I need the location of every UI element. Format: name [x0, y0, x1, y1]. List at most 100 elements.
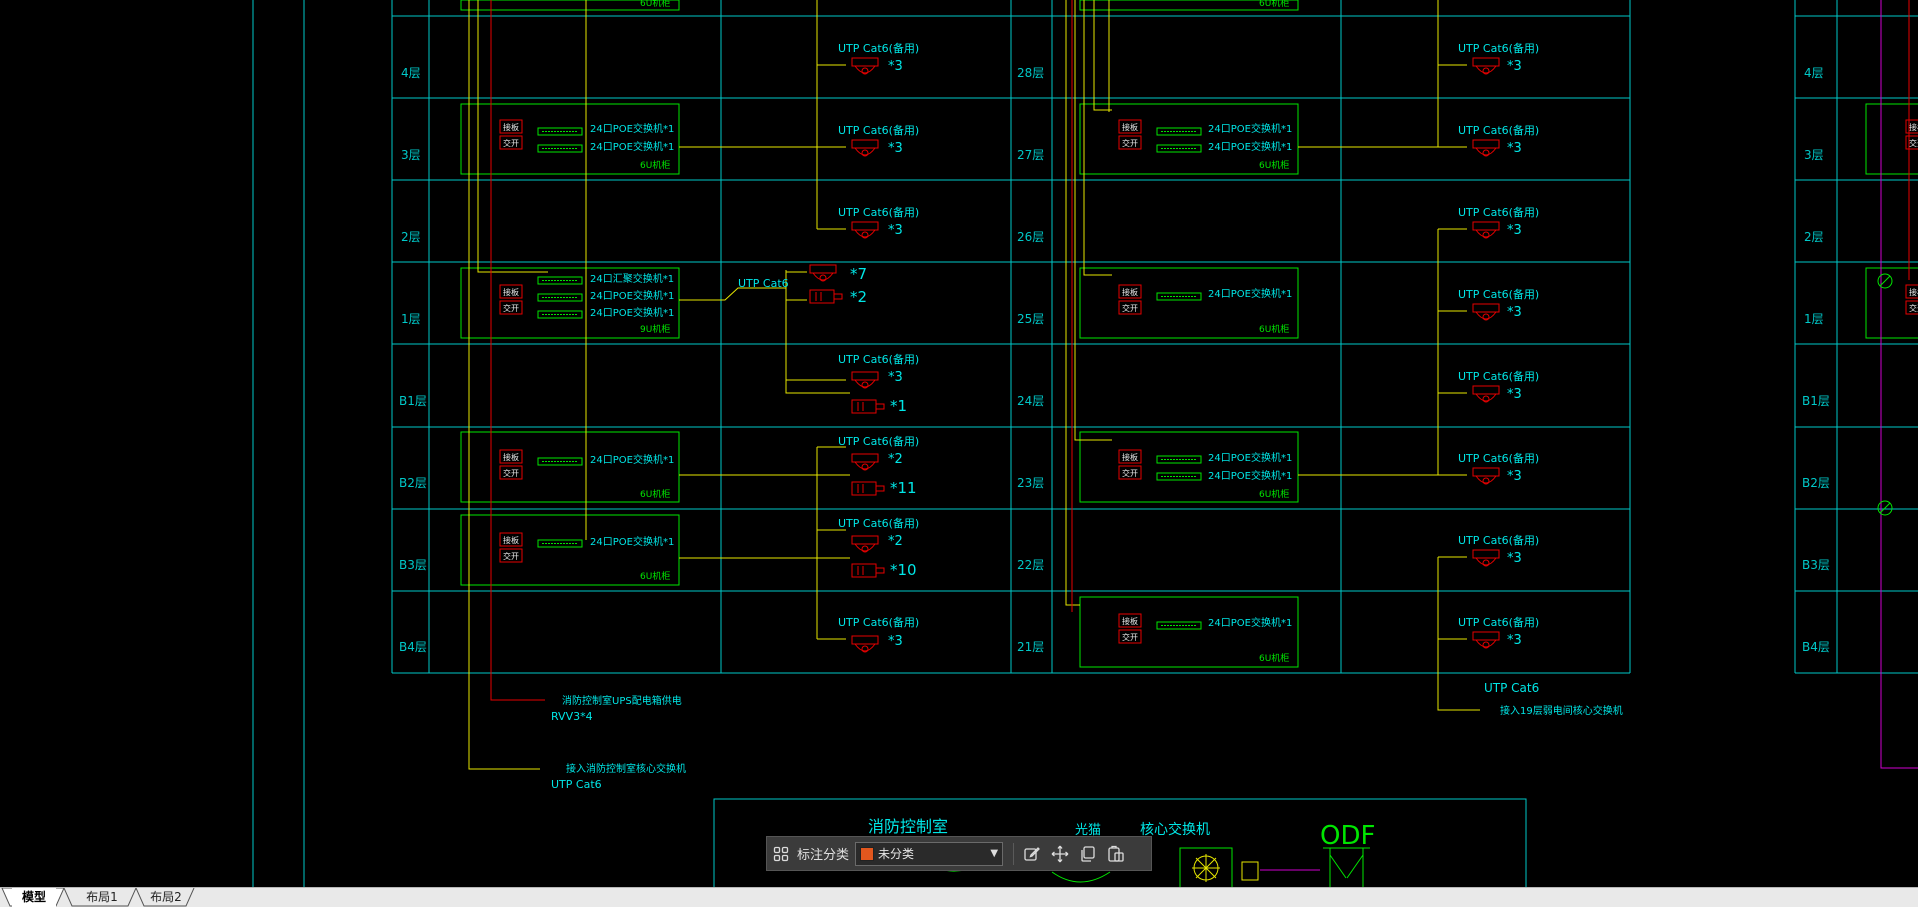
device-box-pair: 接板交开 [1118, 613, 1142, 644]
switch-label: 24口POE交换机*1 [1208, 451, 1292, 464]
floor-label: 1层 [401, 312, 421, 326]
cable-label: UTP Cat6(备用) [1458, 533, 1539, 547]
cad-drawing-canvas[interactable]: 接板交开接板交开接板交开接板交开接板交开接板交开接板交开接板交开接板交开接板交开… [0, 0, 1918, 887]
device-box-pair: 接板交开 [499, 449, 523, 480]
device-count: *2 [888, 452, 903, 467]
camera-icon [1472, 303, 1500, 321]
switch-label: 24口POE交换机*1 [1208, 616, 1292, 629]
cable-label: UTP Cat6(备用) [1458, 451, 1539, 465]
svg-text:交开: 交开 [503, 468, 519, 478]
device-count: *2 [850, 288, 867, 306]
device-count: *3 [888, 634, 903, 649]
toolbar-divider [1013, 842, 1015, 865]
cable-label: UTP Cat6(备用) [838, 123, 919, 137]
svg-text:交开: 交开 [1122, 303, 1138, 313]
chevron-down-icon: ▼ [990, 848, 999, 859]
cabinet-label: 6U机柜 [1259, 488, 1289, 500]
floor-label: 4层 [1804, 66, 1824, 80]
access-point-icon [851, 399, 885, 414]
floor-label: 24层 [1017, 394, 1044, 408]
switch-glyph [537, 144, 583, 153]
camera-icon [1472, 57, 1500, 75]
cable-label: UTP Cat6(备用) [1458, 615, 1539, 629]
device-count: *3 [1507, 223, 1522, 238]
device-box-pair: 接板交开 [1118, 119, 1142, 150]
camera-icon [1472, 139, 1500, 157]
switch-label: 24口POE交换机*1 [590, 306, 674, 319]
floor-label: 1层 [1804, 312, 1824, 326]
grid-apps-icon[interactable] [767, 840, 795, 868]
cabinet-label: 6U机柜 [640, 159, 670, 171]
device-count: *3 [1507, 387, 1522, 402]
device-count: *11 [890, 479, 917, 497]
access-point-icon [851, 563, 885, 578]
floor-label: 23层 [1017, 476, 1044, 490]
floor-label: 28层 [1017, 66, 1044, 80]
switch-label: 24口汇聚交换机*1 [590, 272, 674, 285]
floor-label: 2层 [1804, 230, 1824, 244]
access-point-icon [851, 481, 885, 496]
cabinet-label: 6U机柜 [1259, 0, 1289, 9]
cabinet-label: 6U机柜 [1259, 652, 1289, 664]
cabinet-label: 6U机柜 [640, 488, 670, 500]
switch-glyph [537, 539, 583, 548]
uplink-note: 接入19层弱电间核心交换机 [1500, 704, 1623, 717]
camera-icon [851, 453, 879, 471]
layout-tab-strip: 模型 布局1 布局2 [0, 887, 1918, 907]
annotation-category-label: 标注分类 [797, 848, 850, 863]
device-box-pair: 接板交开 [1118, 284, 1142, 315]
floor-label: 22层 [1017, 558, 1044, 572]
floor-label: 4层 [401, 66, 421, 80]
device-count: *1 [890, 397, 907, 415]
annotation-category-value: 未分类 [878, 847, 915, 861]
switch-label: 24口POE交换机*1 [590, 289, 674, 302]
floor-label: 3层 [401, 148, 421, 162]
camera-icon [1472, 549, 1500, 567]
device-box-pair: 接板交开 [499, 119, 523, 150]
switch-label: 24口POE交换机*1 [1208, 140, 1292, 153]
cabinet-label: 9U机柜 [640, 323, 670, 335]
cable-label: UTP Cat6 [1484, 681, 1539, 695]
device-count: *3 [1507, 305, 1522, 320]
misc-glyphs [922, 273, 1893, 887]
floor-label: 26层 [1017, 230, 1044, 244]
floor-label: B3层 [1802, 558, 1830, 572]
device-count: *10 [890, 561, 917, 579]
switch-glyph [537, 276, 583, 285]
paste-icon[interactable] [1102, 840, 1130, 868]
cable-label: UTP Cat6(备用) [838, 615, 919, 629]
svg-text:接板: 接板 [1122, 287, 1138, 297]
room-title: 消防控制室 [868, 817, 948, 836]
edit-icon[interactable] [1018, 840, 1046, 868]
floor-label: 2层 [401, 230, 421, 244]
svg-text:接板: 接板 [503, 287, 519, 297]
device-count: *3 [888, 223, 903, 238]
tab-model[interactable]: 模型 [12, 888, 56, 907]
camera-icon [851, 221, 879, 239]
switch-glyph [1156, 127, 1202, 136]
floor-label: 25层 [1017, 312, 1044, 326]
cable-label: UTP Cat6(备用) [838, 205, 919, 219]
switch-label: 24口POE交换机*1 [1208, 122, 1292, 135]
tab-layout1[interactable]: 布局1 [76, 888, 128, 907]
switch-glyph [1156, 621, 1202, 630]
cable-label: UTP Cat6(备用) [1458, 41, 1539, 55]
riser-lines [468, 0, 1918, 871]
floor-label: 21层 [1017, 640, 1044, 654]
svg-text:接板: 接板 [503, 452, 519, 462]
copy-icon[interactable] [1074, 840, 1102, 868]
svg-text:交开: 交开 [1909, 303, 1918, 313]
odf-label: ODF [1320, 821, 1375, 851]
move-icon[interactable] [1046, 840, 1074, 868]
cabinet-label: 6U机柜 [640, 570, 670, 582]
device-box-pair: 接板交开 [1118, 449, 1142, 480]
cable-label: UTP Cat6 [738, 277, 789, 290]
cable-label: UTP Cat6(备用) [838, 352, 919, 366]
device-box-pair: 接板交开 [1905, 284, 1918, 315]
annotation-category-select[interactable]: 未分类 ▼ [855, 841, 1004, 866]
camera-icon [851, 371, 879, 389]
floor-label: 3层 [1804, 148, 1824, 162]
svg-text:交开: 交开 [1122, 138, 1138, 148]
tab-layout2[interactable]: 布局2 [140, 888, 192, 907]
power-note: 消防控制室UPS配电箱供电 [562, 694, 682, 707]
